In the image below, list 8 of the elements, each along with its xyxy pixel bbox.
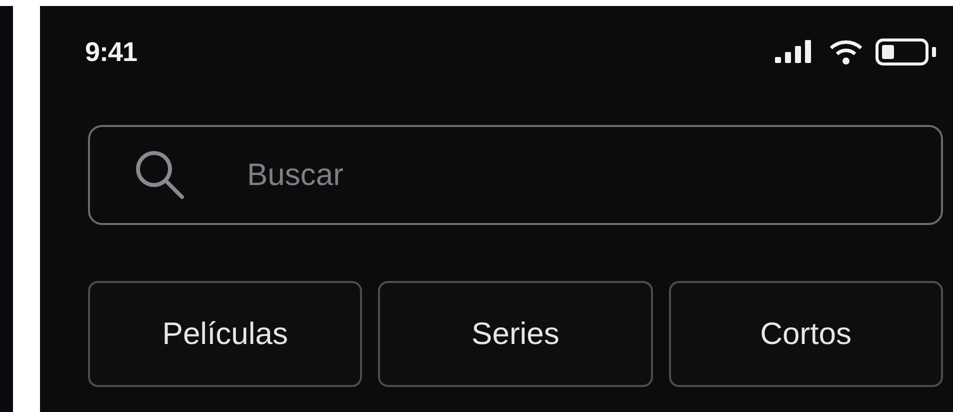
status-time: 9:41 (85, 36, 138, 68)
wifi-icon (829, 39, 863, 65)
category-button[interactable]: Cortos (668, 281, 943, 387)
category-button[interactable]: Series (378, 281, 653, 387)
search-field[interactable]: Buscar (88, 125, 943, 225)
search-icon (134, 149, 186, 201)
battery-icon (875, 38, 937, 66)
category-button[interactable]: Películas (88, 281, 362, 387)
